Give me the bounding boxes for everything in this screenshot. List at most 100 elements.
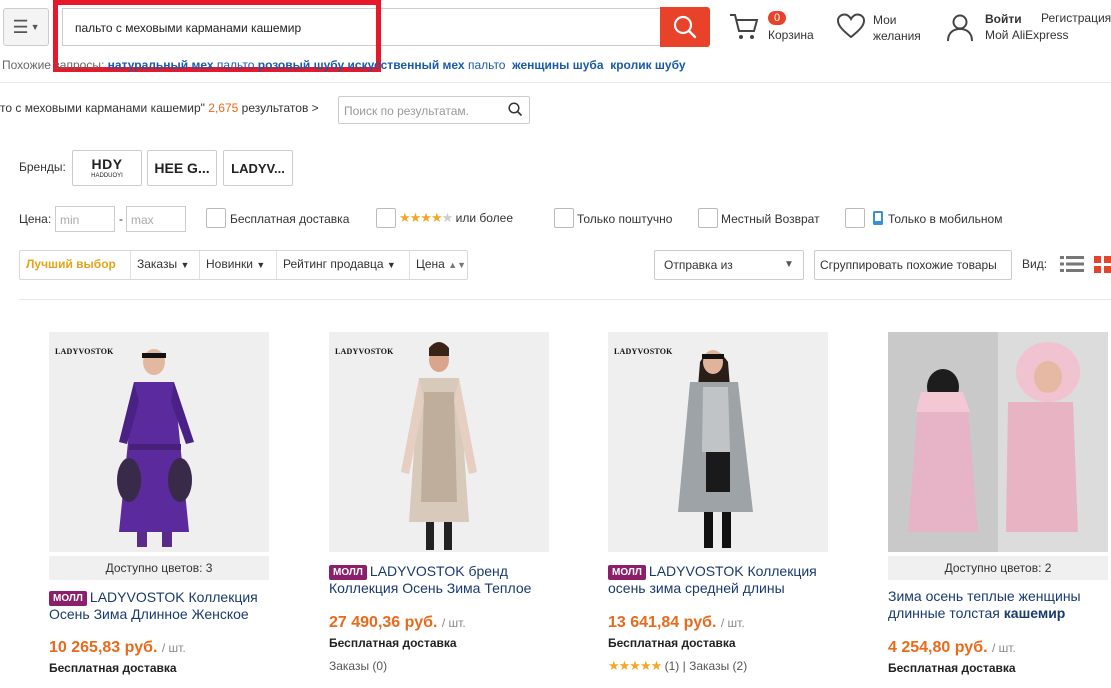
grid-view-icon [1094,256,1111,273]
related-searches: Похожие запросы: натуральный мех пальто … [2,58,686,72]
mobile-only-label[interactable]: Только в мобильном [888,212,1002,226]
related-link[interactable]: кролик шубу [610,58,685,72]
related-link[interactable]: пальто [468,58,506,72]
product-title-line2: Коллекция Осень Зима Теплое [329,580,532,596]
cart-label[interactable]: Корзина [768,28,814,42]
rating-stars-icon: ★★★★★ [608,658,662,673]
single-item-checkbox[interactable] [554,208,574,228]
search-input[interactable]: пальто с меховыми карманами кашемир [62,8,662,46]
product-rating-orders: ★★★★★ (1) | Заказы (2) [608,658,748,673]
user-account-link[interactable] [945,12,975,45]
brand-ladyvostok[interactable]: LADYV... [223,150,293,186]
related-link[interactable]: натуральный мех [108,58,214,72]
related-link[interactable]: искусственный мех [348,58,465,72]
divider [0,82,1111,83]
product-title-line1: LADYVOSTOK бренд [369,563,508,579]
available-colors: Доступно цветов: 3 [49,556,269,580]
chevron-down-icon: ▼ [784,259,794,270]
view-label: Вид: [1022,257,1048,271]
search-within-button[interactable] [508,102,523,120]
brand-logo-text: HDY [91,156,123,172]
sort-best-match[interactable]: Лучший выбор [26,257,116,271]
brand-hdy[interactable]: HDY HADDUOYI [72,150,142,186]
ship-from-select[interactable]: Отправка из [654,250,804,280]
sort-seller-rating-label: Рейтинг продавца [283,257,384,271]
rating-checkbox[interactable] [376,208,396,228]
related-link[interactable]: женщины шуба [512,58,603,72]
list-view-icon [1060,256,1084,272]
single-item-label[interactable]: Только поштучно [577,212,672,226]
brands-label: Бренды: [19,160,66,174]
search-icon [673,15,697,39]
price-max-input[interactable]: max [126,206,186,232]
category-menu-button[interactable]: ☰ ▼ [3,8,49,46]
coat-photo-beige [401,342,477,550]
group-similar-button[interactable]: Сгруппировать похожие товары [814,250,1012,280]
free-shipping-label[interactable]: Бесплатная доставка [230,212,349,226]
brand-logo-subtext: HADDUOYI [91,173,123,179]
product-title-link[interactable]: Зима осень теплые женщины длинные толста… [888,588,1111,622]
heart-icon [836,13,866,39]
divider [130,251,131,279]
wishlist-label[interactable]: Мои желания [873,12,921,44]
rating-filter-label[interactable]: ★★★★★ или более [399,210,513,226]
sort-newest-label: Новинки [206,257,253,271]
cart-link[interactable] [728,10,760,45]
free-shipping-checkbox[interactable] [206,208,226,228]
price-value: 4 254,80 руб. [888,639,988,656]
register-link[interactable]: Регистрация [1041,11,1111,25]
product-image[interactable]: LADYVOSTOK [329,332,549,552]
local-return-checkbox[interactable] [698,208,718,228]
product-orders: Заказы (0) [329,659,388,673]
list-view-button[interactable] [1060,255,1084,276]
coat-photo-pink [888,332,1108,552]
mall-badge: МОЛЛ [329,565,367,580]
rating-count: (1) [664,659,680,673]
coat-photo-purple [117,349,194,547]
local-return-label[interactable]: Местный Возврат [721,212,820,226]
product-title-link[interactable]: МОЛЛ LADYVOSTOK Коллекция Осень Зима Длин… [49,589,279,623]
price-min-input[interactable]: min [55,206,115,232]
available-colors: Доступно цветов: 2 [888,556,1108,580]
product-price: 10 265,83 руб. / шт. [49,639,186,657]
price-unit: / шт. [991,641,1016,655]
product-title-link[interactable]: МОЛЛ LADYVOSTOK бренд Коллекция Осень Зим… [329,563,559,597]
product-price: 4 254,80 руб. / шт. [888,639,1016,657]
results-summary: то с меховыми карманами кашемир" 2,675 р… [0,101,319,115]
grid-view-button[interactable] [1094,256,1111,276]
search-button[interactable] [660,7,710,47]
mobile-phone-icon [872,210,884,229]
price-value: 10 265,83 руб. [49,639,158,656]
sort-seller-rating[interactable]: Рейтинг продавца ▼ [283,257,396,271]
login-link[interactable]: Войти [985,11,1022,27]
product-image[interactable] [888,332,1108,552]
coat-photo-grey [678,350,753,548]
product-title-link[interactable]: МОЛЛ LADYVOSTOK Коллекция осень зима сред… [608,563,838,597]
price-label: Цена: [19,212,52,226]
product-image[interactable]: LADYVOSTOK [608,332,828,552]
wishlist-link[interactable] [836,12,866,43]
search-within-input[interactable]: Поиск по результатам. [338,96,530,124]
mall-badge: МОЛЛ [608,565,646,580]
sort-price[interactable]: Цена ▲▼ [416,257,466,271]
product-title-line1: LADYVOSTOK Коллекция [89,589,258,605]
my-aliexpress-link[interactable]: Мой AliExpress [985,28,1069,42]
sort-orders-label: Заказы [137,257,178,271]
wishlist-line2: желания [873,29,921,43]
product-orders: Заказы (2) [689,659,748,673]
sort-orders[interactable]: Заказы ▼ [137,257,189,271]
price-unit: / шт. [161,641,186,655]
brand-hee[interactable]: HEE G... [147,150,217,186]
product-title-line1: LADYVOSTOK Коллекция [648,563,817,579]
product-shipping: Бесплатная доставка [49,661,177,675]
mobile-only-checkbox[interactable] [845,208,865,228]
related-link[interactable]: розовый шубу [258,58,344,72]
product-shipping: Бесплатная доставка [608,636,736,650]
sort-newest[interactable]: Новинки ▼ [206,257,265,271]
caret-down-icon: ▼ [386,260,396,270]
related-link[interactable]: пальто [217,58,255,72]
product-brand-tag: LADYVOSTOK [335,347,394,356]
product-image[interactable]: LADYVOSTOK [49,332,269,552]
related-prefix: Похожие запросы: [2,58,105,72]
product-brand-tag: LADYVOSTOK [55,347,114,356]
